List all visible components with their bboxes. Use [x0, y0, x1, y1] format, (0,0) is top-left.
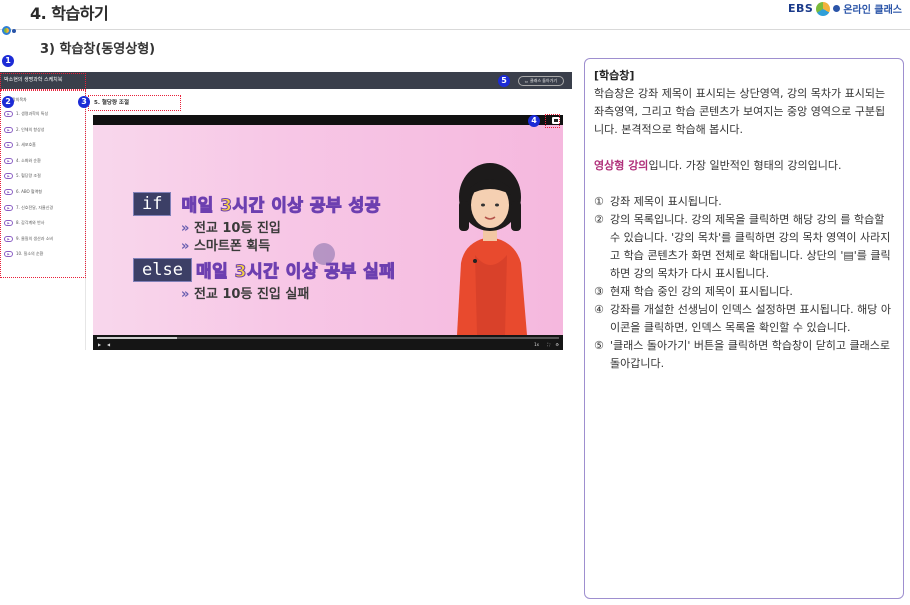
if-condition-text: 매일 3시간 이상 공부 성공: [181, 196, 381, 217]
page-title: 4. 학습하기: [30, 4, 109, 23]
panel-item-number: ①: [594, 195, 604, 208]
teacher-figure: [457, 163, 527, 335]
video-controls: ▶ ◀ 1x ⛶ ⚙: [93, 335, 563, 350]
highlight-lecture-list: [0, 90, 86, 278]
video-line-2: » 전교 10등 진입: [181, 221, 281, 236]
panel-item-number: ③: [594, 285, 604, 298]
panel-list-item: ② 강의 목록입니다. 강의 제목을 클릭하면 해당 강의 를 학습할 수 있습니…: [594, 211, 894, 283]
panel-intro: 학습창은 강좌 제목이 표시되는 상단영역, 강의 목차가 표시되는 좌측영역,…: [594, 87, 886, 136]
dot-icon: [833, 5, 841, 12]
back-to-class-button[interactable]: ⇦ 클래스 돌아가기: [517, 76, 564, 86]
back-to-class-label: 클래스 돌아가기: [529, 78, 557, 83]
fullscreen-icon[interactable]: ⛶: [547, 342, 550, 347]
highlight-index-icon: [545, 114, 560, 128]
play-overlay-icon[interactable]: [313, 243, 335, 265]
description-panel: [학습창] 학습창은 강좌 제목이 표시되는 상단영역, 강의 목차가 표시되는…: [584, 58, 904, 599]
panel-item-number: ⑤: [594, 339, 604, 352]
ebs-mark-icon: [816, 1, 831, 16]
panel-list-item: ③ 현재 학습 중인 강의 제목이 표시됩니다.: [594, 283, 894, 301]
badge-2: 2: [2, 96, 14, 108]
back-arrow-icon: ⇦: [524, 78, 528, 84]
play-icon[interactable]: ▶: [98, 342, 101, 347]
panel-heading: [학습창]: [594, 69, 635, 82]
badge-4: 4: [528, 115, 540, 127]
video-progress-bar[interactable]: [97, 337, 559, 339]
panel-type-line: 영상형 강의입니다. 가장 일반적인 형태의 강의입니다.: [594, 157, 894, 175]
highlight-lecture-title: [88, 95, 181, 111]
badge-5: 5: [498, 75, 510, 87]
page: 4. 학습하기 EBS 온라인 클래스 3) 학습창(동영상형) 박소현의 생명…: [0, 0, 910, 605]
volume-icon[interactable]: ◀: [107, 342, 110, 347]
panel-item-text: 강좌를 개설한 선생님이 인덱스 설정하면 표시됩니다. 해당 아이콘을 클릭하…: [610, 303, 891, 334]
else-keyword: else: [133, 257, 192, 282]
panel-item-text: '클래스 돌아가기' 버튼을 클릭하면 학습창이 닫히고 클래스로 돌아갑니다.: [610, 339, 891, 370]
badge-1: 1: [2, 55, 14, 67]
logo-ebs-text: EBS: [787, 2, 814, 15]
video-line-else: else 매일 3시간 이상 공부 실패: [133, 257, 396, 283]
video-player[interactable]: if 매일 3시간 이상 공부 성공 » 전교 10등 진입 » 스마트폰 획득…: [93, 115, 563, 350]
if-keyword: if: [133, 191, 172, 216]
video-frame: if 매일 3시간 이상 공부 성공 » 전교 10등 진입 » 스마트폰 획득…: [93, 125, 563, 335]
header-divider: [0, 29, 910, 30]
panel-item-number: ④: [594, 303, 604, 316]
panel-item-text: 현재 학습 중인 강의 제목이 표시됩니다.: [610, 285, 793, 298]
logo-online-text: 온라인 클래스: [843, 5, 902, 16]
panel-list-item: ④ 강좌를 개설한 선생님이 인덱스 설정하면 표시됩니다. 해당 아이콘을 클릭…: [594, 301, 894, 337]
video-line-if: if 매일 3시간 이상 공부 성공: [133, 191, 381, 217]
playback-speed[interactable]: 1x: [534, 342, 539, 347]
settings-gear-icon[interactable]: ⚙: [555, 342, 559, 347]
video-top-bar: [93, 115, 563, 125]
panel-item-text: 강좌 제목이 표시됩니다.: [610, 195, 722, 208]
video-line-5: » 전교 10등 진입 실패: [181, 287, 310, 302]
else-condition-text: 매일 3시간 이상 공부 실패: [195, 262, 396, 283]
section-subtitle: 3) 학습창(동영상형): [40, 42, 156, 57]
panel-list-item: ⑤ '클래스 돌아가기' 버튼을 클릭하면 학습창이 닫히고 클래스로 돌아갑니다…: [594, 337, 894, 373]
panel-item-number: ②: [594, 213, 604, 226]
ebs-logo[interactable]: EBS 온라인 클래스: [788, 1, 902, 16]
brand-mark-icon: [2, 26, 16, 35]
video-type-accent: 영상형 강의: [594, 159, 649, 172]
badge-3: 3: [78, 96, 90, 108]
highlight-course-title: [0, 73, 86, 90]
video-line-3: » 스마트폰 획득: [181, 239, 271, 254]
video-type-desc: 입니다. 가장 일반적인 형태의 강의입니다.: [648, 159, 842, 172]
panel-list-item: ① 강좌 제목이 표시됩니다.: [594, 193, 894, 211]
panel-item-text: 강의 목록입니다. 강의 제목을 클릭하면 해당 강의 를 학습할 수 있습니다…: [610, 213, 891, 280]
